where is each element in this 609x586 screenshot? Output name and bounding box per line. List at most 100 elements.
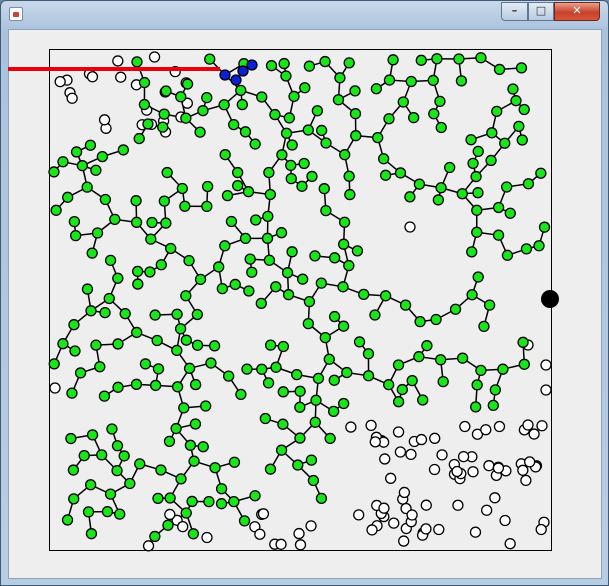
tree-node — [497, 363, 509, 375]
tree-node — [197, 105, 209, 117]
tree-node — [510, 95, 522, 107]
tree-node — [283, 112, 295, 124]
tree-node — [296, 180, 308, 192]
tree-node — [372, 131, 384, 144]
tree-node — [86, 247, 98, 259]
tree-node — [520, 243, 533, 255]
tree-node — [171, 308, 183, 320]
tree-node — [218, 99, 230, 111]
tree-node — [68, 493, 80, 505]
tree-node — [275, 227, 288, 239]
unvisited-sample — [54, 76, 66, 88]
tree-node — [501, 249, 514, 261]
tree-node — [277, 340, 290, 353]
tree-node — [164, 492, 176, 504]
unvisited-sample — [469, 526, 482, 538]
unvisited-sample — [492, 462, 505, 474]
tree-node — [491, 105, 503, 118]
tree-node — [343, 259, 355, 272]
tree-node — [104, 254, 117, 267]
rrt-visualization — [8, 49, 559, 552]
tree-node — [316, 124, 328, 137]
tree-node — [131, 56, 143, 68]
tree-node — [118, 450, 130, 462]
tree-node — [522, 178, 535, 190]
unvisited-sample — [415, 433, 428, 446]
tree-node — [318, 183, 330, 195]
tree-node — [155, 464, 167, 476]
tree-node — [343, 57, 355, 69]
tree-node — [242, 186, 255, 198]
tree-node — [179, 200, 191, 212]
tree-node — [362, 348, 375, 360]
tree-node — [142, 118, 154, 130]
tree-node — [280, 127, 293, 139]
tree-node — [184, 439, 197, 451]
tree-node — [191, 339, 204, 351]
tree-node — [106, 423, 118, 435]
unvisited-sample — [467, 466, 479, 478]
tree-node — [343, 170, 355, 182]
tree-node — [470, 401, 482, 413]
tree-node — [493, 63, 506, 76]
tree-node — [57, 156, 69, 168]
tree-node — [170, 422, 182, 435]
tree-node — [475, 52, 487, 64]
unvisited-sample — [394, 446, 407, 458]
tree-node — [68, 319, 80, 331]
goal-node — [541, 290, 559, 308]
tree-node — [183, 254, 195, 267]
tree-node — [334, 72, 346, 84]
tree-node — [294, 385, 306, 397]
tree-node — [278, 57, 290, 70]
tree-node — [232, 180, 244, 192]
tree-node — [485, 154, 497, 167]
tree-node — [91, 227, 104, 239]
tree-node — [81, 283, 94, 295]
unvisited-sample — [201, 531, 213, 544]
tree-node — [66, 387, 78, 399]
tree-node — [117, 144, 129, 156]
tree-node — [99, 306, 111, 319]
tree-node — [219, 149, 231, 161]
tree-node — [453, 53, 465, 65]
unvisited-sample — [420, 523, 432, 535]
tree-node — [265, 60, 278, 72]
tree-node — [200, 400, 212, 412]
tree-node — [435, 121, 447, 134]
tree-node — [292, 459, 304, 471]
tree-node — [264, 339, 277, 351]
tree-node — [337, 281, 349, 293]
tree-node — [109, 213, 121, 226]
tree-node — [162, 519, 174, 531]
tree-node — [306, 170, 318, 183]
tree-node — [280, 70, 292, 82]
tree-node — [337, 320, 350, 332]
unvisited-sample — [398, 535, 410, 547]
tree-node — [194, 126, 206, 138]
tree-node — [275, 444, 288, 456]
tree-node — [138, 98, 151, 111]
tree-node — [112, 338, 124, 350]
tree-node — [98, 390, 111, 402]
tree-node — [96, 150, 109, 163]
tree-node — [112, 381, 124, 393]
tree-node — [194, 273, 207, 286]
tree-node — [299, 82, 311, 94]
unvisited-sample — [433, 523, 445, 536]
tree-node — [513, 120, 525, 132]
tree-node — [178, 402, 190, 414]
tree-node — [277, 418, 289, 430]
tree-node — [119, 308, 131, 320]
unvisited-sample — [451, 465, 463, 478]
tree-node — [144, 266, 156, 278]
tree-node — [298, 157, 310, 170]
unvisited-sample — [459, 420, 471, 433]
tree-node — [204, 53, 216, 65]
tree-node — [215, 498, 228, 510]
tree-node — [286, 139, 298, 151]
unvisited-sample — [452, 499, 464, 511]
tree-node — [216, 282, 229, 295]
tree-node — [111, 440, 124, 452]
tree-node — [323, 353, 335, 365]
